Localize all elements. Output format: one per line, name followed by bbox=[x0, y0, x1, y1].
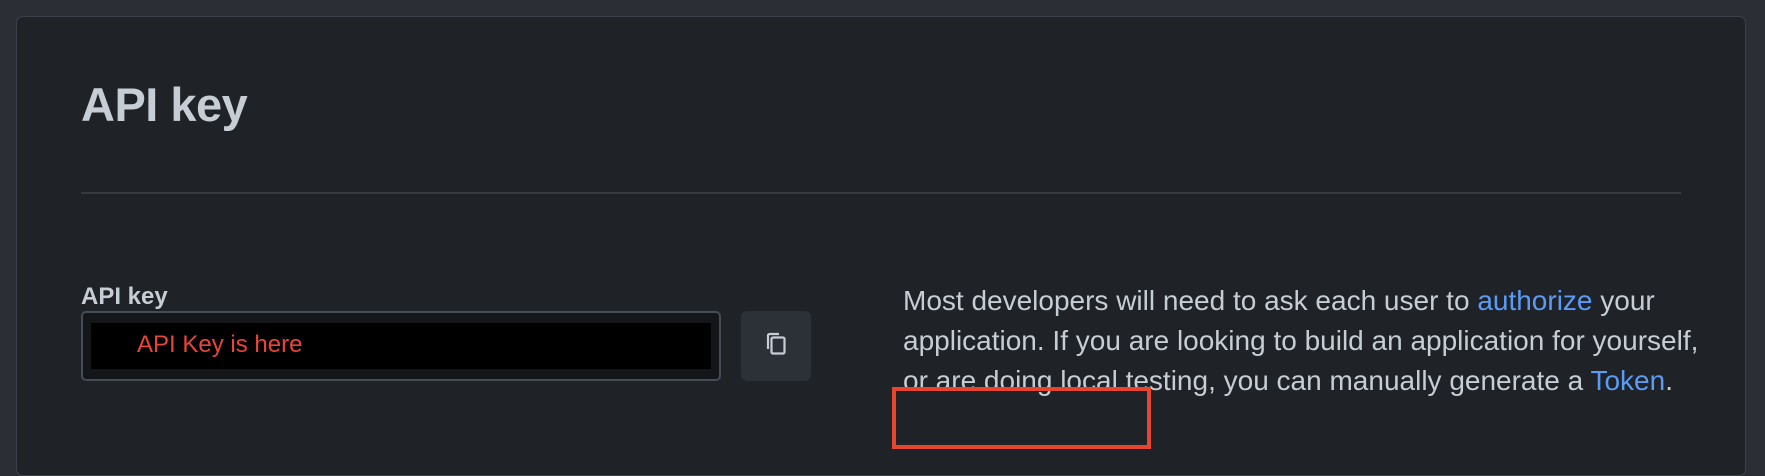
help-text: Most developers will need to ask each us… bbox=[903, 281, 1703, 401]
api-key-panel: API key API key API Key is here Most dev… bbox=[16, 16, 1746, 476]
api-key-field[interactable]: API Key is here bbox=[81, 311, 721, 381]
page-title: API key bbox=[81, 78, 248, 131]
copy-button[interactable] bbox=[741, 311, 811, 381]
help-text-end: . bbox=[1665, 365, 1673, 396]
api-key-redaction: API Key is here bbox=[91, 323, 711, 369]
copy-icon bbox=[765, 331, 787, 362]
authorize-link[interactable]: authorize bbox=[1477, 285, 1592, 316]
help-text-intro: Most developers will need to ask each us… bbox=[903, 285, 1478, 316]
api-key-label: API key bbox=[81, 283, 168, 310]
token-link[interactable]: Token bbox=[1590, 365, 1665, 396]
api-key-value: API Key is here bbox=[137, 331, 303, 358]
divider bbox=[81, 192, 1681, 194]
